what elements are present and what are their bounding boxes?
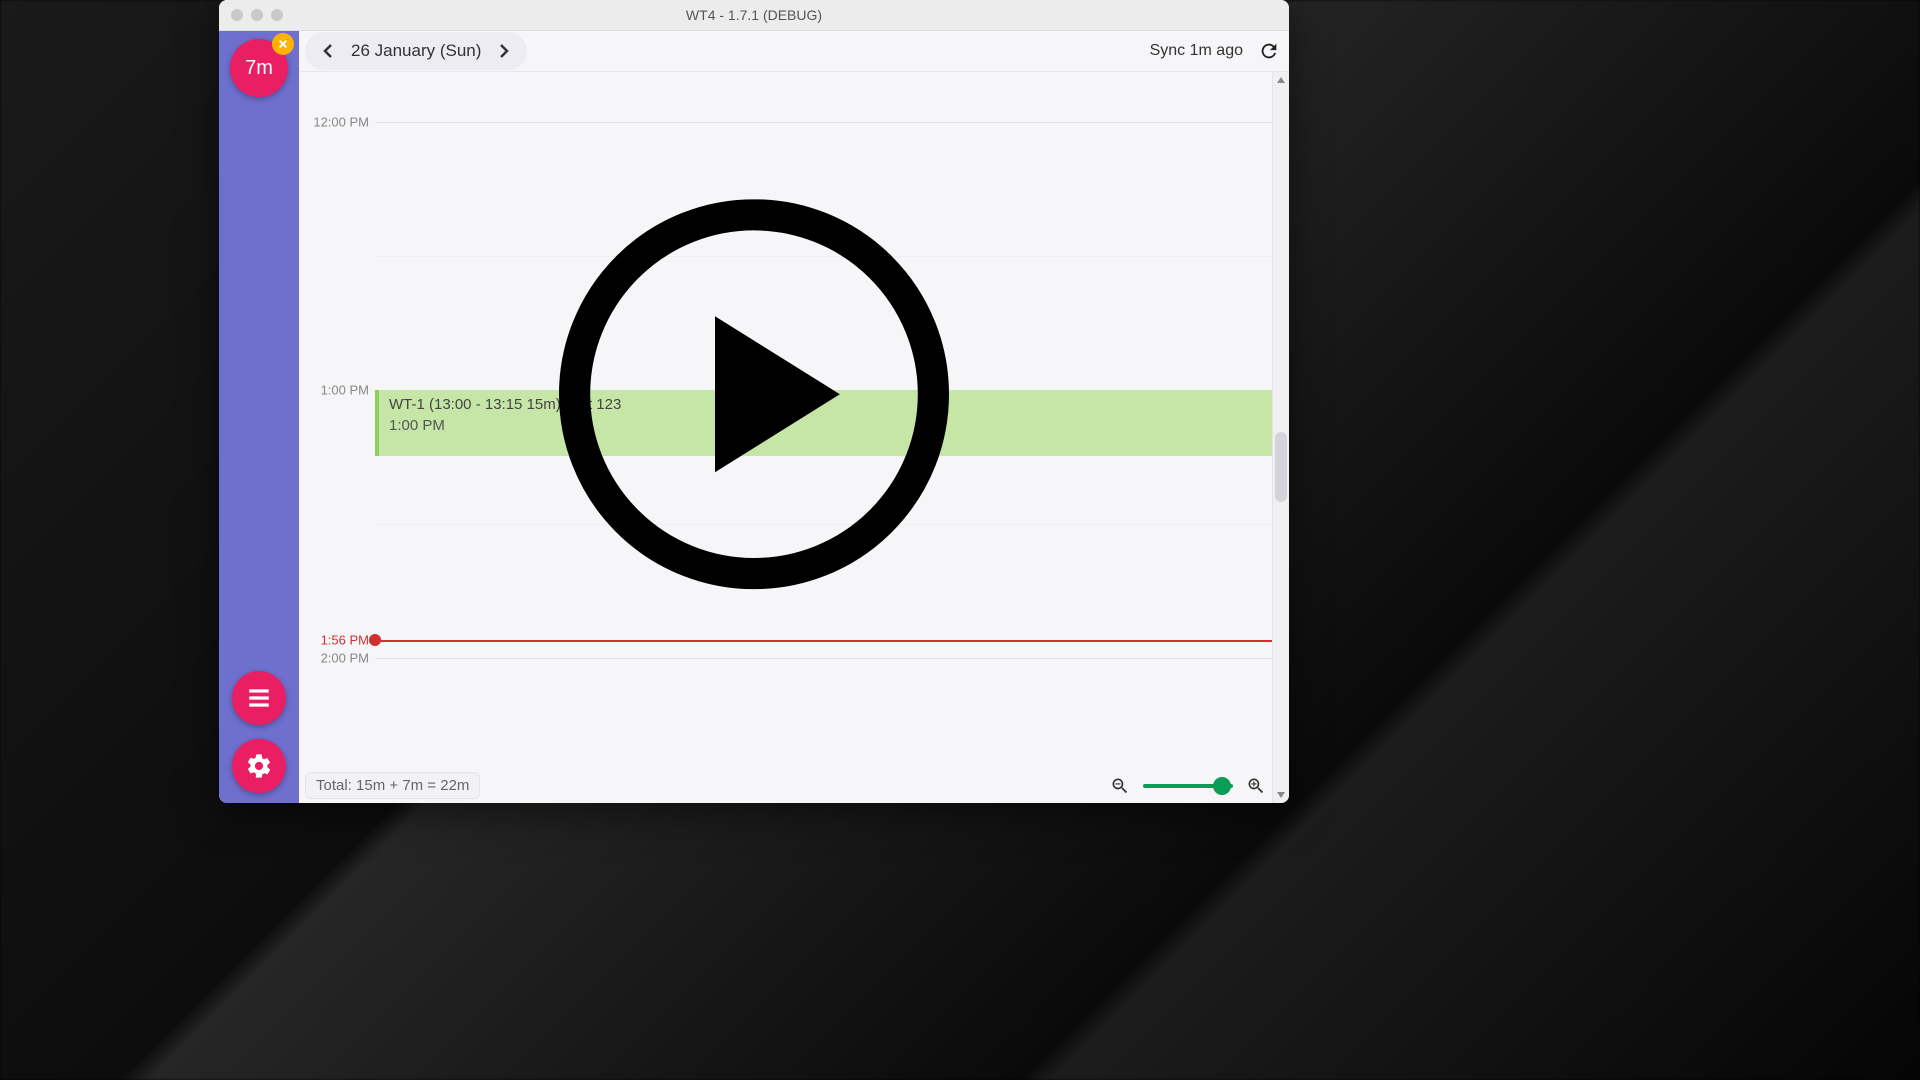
running-timer-label: 7m: [245, 57, 273, 80]
chevron-left-icon: [322, 43, 334, 59]
scrollbar[interactable]: [1272, 72, 1289, 803]
topbar: 26 January (Sun) Sync 1m ago: [299, 31, 1289, 72]
zoom-controls: [1109, 775, 1267, 797]
current-time-label: 1:56 PM: [299, 633, 369, 648]
hour-gridline: [375, 122, 1289, 123]
close-window-icon[interactable]: [231, 9, 243, 21]
chevron-down-icon: [1276, 790, 1286, 800]
total-time-label: Total: 15m + 7m = 22m: [305, 772, 480, 799]
zoom-slider[interactable]: [1143, 784, 1233, 788]
zoom-out-icon: [1110, 776, 1130, 796]
zoom-in-icon: [1246, 776, 1266, 796]
play-overlay-button[interactable]: [559, 199, 949, 589]
hour-label: 1:00 PM: [299, 383, 369, 398]
hour-gridline: [375, 658, 1289, 659]
play-circle-icon: [559, 199, 949, 589]
current-time-dot: [369, 634, 381, 646]
scroll-down-button[interactable]: [1273, 787, 1289, 803]
next-day-button[interactable]: [495, 43, 513, 59]
sidebar: 7m: [219, 31, 299, 803]
zoom-in-button[interactable]: [1245, 775, 1267, 797]
minimize-window-icon[interactable]: [251, 9, 263, 21]
scroll-thumb[interactable]: [1275, 432, 1287, 502]
app-window: WT4 - 1.7.1 (DEBUG) 7m: [219, 0, 1289, 803]
prev-day-button[interactable]: [319, 43, 337, 59]
chevron-up-icon: [1276, 75, 1286, 85]
sync-button[interactable]: [1255, 37, 1283, 65]
zoom-out-button[interactable]: [1109, 775, 1131, 797]
settings-button[interactable]: [232, 739, 286, 793]
refresh-icon: [1258, 40, 1280, 62]
current-date-label: 26 January (Sun): [351, 41, 481, 61]
gear-icon: [245, 752, 273, 780]
titlebar: WT4 - 1.7.1 (DEBUG): [219, 0, 1289, 31]
traffic-lights[interactable]: [219, 9, 283, 21]
window-title: WT4 - 1.7.1 (DEBUG): [219, 7, 1289, 23]
zoom-slider-handle[interactable]: [1213, 777, 1231, 795]
running-timer-button[interactable]: 7m: [230, 39, 288, 97]
log-list-button[interactable]: [232, 671, 286, 725]
hour-label: 2:00 PM: [299, 651, 369, 666]
date-navigator: 26 January (Sun): [305, 32, 527, 70]
zoom-window-icon[interactable]: [271, 9, 283, 21]
close-icon[interactable]: [272, 33, 294, 55]
hour-label: 12:00 PM: [299, 115, 369, 130]
list-icon: [246, 685, 272, 711]
chevron-right-icon: [498, 43, 510, 59]
sync-status-label: Sync 1m ago: [1150, 42, 1243, 60]
scroll-up-button[interactable]: [1273, 72, 1289, 88]
current-time-line: [375, 640, 1289, 642]
